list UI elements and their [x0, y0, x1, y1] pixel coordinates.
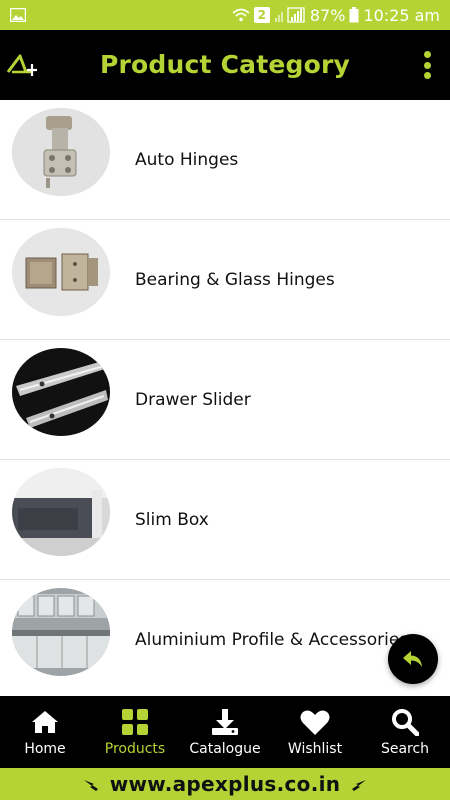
- clock: 10:25 am: [363, 5, 440, 25]
- battery-text: 87%: [309, 5, 346, 25]
- nav-label-products: Products: [104, 741, 166, 757]
- category-label: Bearing & Glass Hinges: [135, 269, 335, 290]
- status-left: [10, 8, 26, 22]
- category-label: Drawer Slider: [135, 389, 251, 410]
- kebab-dot: [423, 51, 431, 58]
- nav-item-search[interactable]: Search: [360, 696, 450, 768]
- image-icon: [10, 8, 26, 22]
- heart-icon: [300, 710, 330, 735]
- kebab-dot: [423, 72, 431, 79]
- app-bar: Product Category: [0, 30, 450, 100]
- bottom-nav: Home Products Catalogue Wishlist Search: [0, 696, 450, 768]
- category-label: Slim Box: [135, 509, 209, 530]
- category-label: Auto Hinges: [135, 149, 239, 170]
- aluminium-profile-image: [12, 588, 110, 676]
- category-item-aluminium-profile[interactable]: Aluminium Profile & Accessories: [0, 580, 450, 696]
- category-label: Aluminium Profile & Accessories: [135, 629, 409, 650]
- battery-icon: [349, 7, 359, 23]
- category-item-slim-box[interactable]: Slim Box: [0, 460, 450, 580]
- nav-item-wishlist[interactable]: Wishlist: [270, 696, 360, 768]
- signal-icon: [274, 7, 305, 23]
- pointing-hand-icon: [352, 780, 367, 791]
- drawer-slider-image: [12, 348, 110, 436]
- kebab-dot: [423, 61, 431, 69]
- home-icon: [32, 711, 58, 733]
- status-right: 2 87% 10:25 am: [232, 6, 440, 25]
- nav-label-catalogue: Catalogue: [189, 741, 261, 757]
- reply-arrow-icon: [403, 651, 422, 667]
- glass-hinge-image: [12, 228, 110, 316]
- search-icon: [392, 709, 419, 736]
- category-item-drawer-slider[interactable]: Drawer Slider: [0, 340, 450, 460]
- status-bar: 2 87% 10:25 am: [0, 0, 450, 30]
- back-fab-button[interactable]: [388, 634, 438, 684]
- nav-item-catalogue[interactable]: Catalogue: [180, 696, 270, 768]
- category-item-bearing-glass-hinges[interactable]: Bearing & Glass Hinges: [0, 220, 450, 340]
- nav-label-search: Search: [380, 741, 430, 757]
- download-icon: [212, 709, 238, 735]
- sim-slot-badge: 2: [253, 7, 270, 23]
- category-list: Auto Hinges Bearing & Glass Hinges Drawe…: [0, 100, 450, 696]
- kebab-menu-icon[interactable]: [422, 51, 432, 79]
- page-title: Product Category: [99, 50, 350, 79]
- website-url: www.apexplus.co.in: [109, 772, 341, 796]
- grid-icon: [122, 709, 148, 735]
- nav-label-wishlist: Wishlist: [287, 741, 343, 757]
- pointing-hand-icon: [83, 780, 98, 791]
- slim-box-image: [12, 468, 110, 556]
- auto-hinge-image: [12, 108, 110, 196]
- nav-label-home: Home: [24, 741, 66, 757]
- category-item-auto-hinges[interactable]: Auto Hinges: [0, 100, 450, 220]
- wifi-icon: [232, 8, 250, 22]
- nav-item-home[interactable]: Home: [0, 696, 90, 768]
- website-footer[interactable]: www.apexplus.co.in: [0, 768, 450, 800]
- nav-item-products[interactable]: Products: [90, 696, 180, 768]
